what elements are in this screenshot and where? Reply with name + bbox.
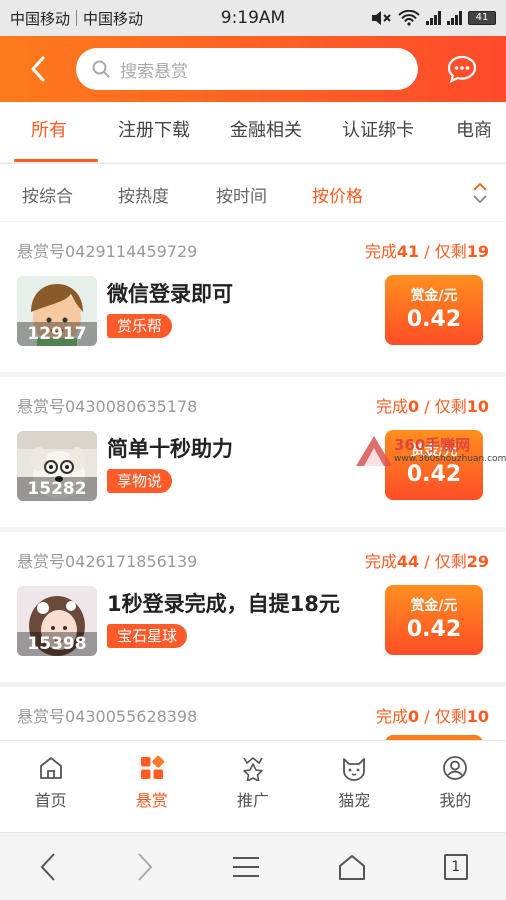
nav-home-icon[interactable] bbox=[337, 853, 367, 881]
view-count: 15398 bbox=[17, 632, 97, 656]
reward-grid-icon bbox=[140, 755, 164, 779]
tab-label: 金融相关 bbox=[230, 120, 302, 141]
nav-back-icon[interactable] bbox=[38, 852, 58, 882]
carrier-1: 中国移动 bbox=[10, 9, 71, 28]
task-id: 悬赏号0430055628398 bbox=[17, 707, 198, 726]
watermark-title: 360手赚网 bbox=[394, 436, 471, 454]
sort-price[interactable]: 按价格 bbox=[312, 182, 363, 207]
carrier-2: 中国移动 bbox=[83, 9, 144, 28]
tab-register-download[interactable]: 注册下载 bbox=[98, 102, 210, 162]
reward-value: 0.42 bbox=[406, 307, 462, 332]
task-progress: 完成41 / 仅剩19 bbox=[364, 242, 489, 261]
task-platform-tag: 宝石星球 bbox=[107, 624, 188, 648]
status-icons: 41 bbox=[370, 10, 496, 26]
wifi-icon bbox=[398, 10, 420, 26]
tabs-count-button[interactable]: 1 bbox=[443, 853, 468, 880]
search-icon bbox=[92, 60, 110, 78]
task-item[interactable]: 悬赏号0430055628398 完成0 / 仅剩10 bbox=[0, 687, 506, 740]
system-navigation-bar: 1 bbox=[0, 832, 506, 900]
chevron-left-icon bbox=[31, 56, 45, 82]
back-button[interactable] bbox=[0, 36, 76, 102]
menu-icon[interactable] bbox=[231, 855, 261, 879]
view-count: 15282 bbox=[17, 477, 97, 501]
carrier-group: 中国移动 中国移动 bbox=[10, 8, 143, 29]
task-id: 悬赏号0429114459729 bbox=[17, 242, 198, 261]
task-avatar: 12917 bbox=[17, 276, 97, 346]
tabbar-label: 悬赏 bbox=[135, 791, 168, 810]
nav-forward-icon[interactable] bbox=[135, 852, 155, 882]
task-avatar: 15398 bbox=[17, 586, 97, 656]
task-progress: 完成0 / 仅剩10 bbox=[376, 397, 489, 416]
carrier-divider bbox=[76, 10, 78, 26]
cat-icon bbox=[343, 758, 366, 781]
task-item[interactable]: 悬赏号0426171856139 完成44 / 仅剩29 15398 1秒登录完… bbox=[0, 532, 506, 682]
signal-icon bbox=[426, 11, 441, 25]
crown-star-icon bbox=[243, 756, 263, 781]
reward-label: 赏金/元 bbox=[410, 598, 458, 614]
watermark: 360手赚网 www.360shouzhuan.com bbox=[354, 432, 506, 472]
sort-time[interactable]: 按时间 bbox=[216, 182, 267, 207]
tab-all[interactable]: 所有 bbox=[0, 102, 98, 162]
category-tabs: 所有 注册下载 金融相关 认证绑卡 电商 bbox=[0, 102, 506, 162]
tab-ecommerce[interactable]: 电商 bbox=[434, 102, 506, 162]
tabbar-label: 我的 bbox=[439, 791, 472, 810]
reward-button[interactable]: 赏金/元 0.42 bbox=[385, 275, 483, 345]
message-button[interactable] bbox=[418, 36, 506, 102]
tab-label: 所有 bbox=[31, 120, 67, 141]
tabbar-reward[interactable]: 悬赏 bbox=[101, 741, 202, 832]
bottom-tab-bar: 首页 悬赏 推广 猫宠 我的 bbox=[0, 740, 506, 832]
task-id: 悬赏号0426171856139 bbox=[17, 552, 198, 571]
view-count: 12917 bbox=[17, 322, 97, 346]
tabbar-promote[interactable]: 推广 bbox=[202, 741, 303, 832]
tabbar-label: 推广 bbox=[237, 791, 270, 810]
tabbar-pet[interactable]: 猫宠 bbox=[304, 741, 405, 832]
task-progress: 完成0 / 仅剩10 bbox=[376, 707, 489, 726]
reward-button[interactable]: 赏金/元 0.42 bbox=[385, 585, 483, 655]
tabs-count: 1 bbox=[451, 858, 461, 875]
profile-icon bbox=[443, 756, 468, 780]
tabbar-label: 猫宠 bbox=[338, 791, 371, 810]
reward-label: 赏金/元 bbox=[410, 288, 458, 304]
tabbar-home[interactable]: 首页 bbox=[0, 741, 101, 832]
chat-bubble-icon bbox=[447, 55, 477, 83]
sort-bar: 按综合 按热度 按时间 按价格 bbox=[0, 163, 506, 221]
task-avatar: 15282 bbox=[17, 431, 97, 501]
task-platform-tag: 享物说 bbox=[107, 469, 173, 493]
search-placeholder: 搜索悬赏 bbox=[120, 61, 188, 82]
task-title: 微信登录即可 bbox=[107, 282, 233, 306]
home-icon bbox=[39, 757, 62, 779]
search-input[interactable]: 搜索悬赏 bbox=[76, 48, 418, 90]
top-header: 搜索悬赏 bbox=[0, 36, 506, 102]
watermark-logo-icon bbox=[356, 436, 392, 466]
sort-hot[interactable]: 按热度 bbox=[118, 182, 169, 207]
tab-label: 认证绑卡 bbox=[342, 120, 414, 141]
task-id: 悬赏号0430080635178 bbox=[17, 397, 198, 416]
tab-verify-bind[interactable]: 认证绑卡 bbox=[322, 102, 434, 162]
tabbar-label: 首页 bbox=[34, 791, 67, 810]
task-title: 简单十秒助力 bbox=[107, 437, 233, 461]
status-bar: 中国移动 中国移动 9:19AM 41 bbox=[0, 0, 506, 36]
task-item[interactable]: 悬赏号0429114459729 完成41 / 仅剩19 12917 微信登录即… bbox=[0, 222, 506, 372]
battery-icon: 41 bbox=[468, 11, 496, 25]
tab-label: 电商 bbox=[456, 120, 492, 141]
watermark-url: www.360shouzhuan.com bbox=[394, 454, 506, 464]
task-list: 悬赏号0429114459729 完成41 / 仅剩19 12917 微信登录即… bbox=[0, 222, 506, 740]
sort-overall[interactable]: 按综合 bbox=[22, 182, 73, 207]
tab-label: 注册下载 bbox=[118, 120, 190, 141]
sort-order-icon[interactable] bbox=[472, 182, 488, 204]
task-progress: 完成44 / 仅剩29 bbox=[364, 552, 489, 571]
reward-value: 0.42 bbox=[406, 617, 462, 642]
task-platform-tag: 赏乐帮 bbox=[107, 314, 173, 338]
signal-icon bbox=[447, 11, 462, 25]
task-title: 1秒登录完成，自提18元 bbox=[107, 592, 340, 616]
mute-icon bbox=[372, 11, 391, 25]
tabbar-mine[interactable]: 我的 bbox=[405, 741, 506, 832]
tab-finance[interactable]: 金融相关 bbox=[210, 102, 322, 162]
